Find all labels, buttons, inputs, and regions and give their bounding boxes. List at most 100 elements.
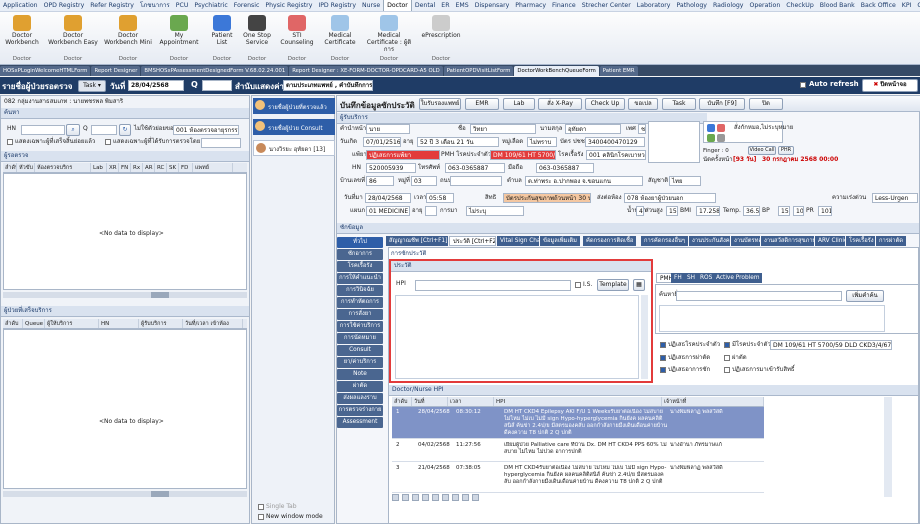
document-tab[interactable]: BMSHOSxPAssessmentDesignedForm V.68.02.2… [141, 65, 289, 76]
document-tab[interactable]: PatientOPDVisitListForm [443, 65, 514, 76]
interview-tab[interactable]: คัดกรองการติดเชื้อ [583, 236, 637, 246]
mobile-field[interactable]: 063-0365887 [536, 163, 594, 173]
template-button[interactable]: Template [597, 279, 629, 291]
waiting-column-header[interactable]: ห้องตรวจบริกร [35, 163, 91, 172]
done-scrollbar[interactable] [3, 491, 247, 497]
pager-button[interactable] [392, 494, 399, 501]
waiting-column-header[interactable]: XR [107, 163, 119, 172]
toolbar-button-6[interactable]: ขอเปล [628, 98, 658, 110]
menu-item-gis[interactable]: GIS [914, 0, 920, 11]
document-tab[interactable]: HOSxPLoginWelcomeHTMLForm [0, 65, 91, 76]
waiting-column-header[interactable]: RC [155, 163, 167, 172]
interview-tab[interactable]: สัญญาณชีพ [Ctrl+F1] [386, 236, 448, 246]
pmh-tab[interactable]: FH [671, 273, 685, 283]
side-menu-item[interactable]: Assessment [337, 417, 383, 428]
right-field[interactable]: บัตรประกันสุขภาพถ้วนหน้า 30 บาท [503, 193, 591, 203]
pager-button[interactable] [452, 494, 459, 501]
video-call-button[interactable]: Video Call [748, 146, 776, 155]
serious-field[interactable]: Less-Urgen [872, 193, 918, 203]
menu-item-finance[interactable]: Finance [549, 0, 579, 11]
hpi-grid-column[interactable]: เจ้าหน้าที่ [662, 397, 764, 406]
interview-tab[interactable]: ข้อมูลเพิ่มเติม [540, 236, 581, 246]
patient-list-item[interactable]: นางวิรยะ อุทัยดา [13] [253, 140, 335, 156]
blank-field[interactable] [425, 206, 437, 216]
time-field[interactable]: 05:58 [426, 193, 454, 203]
waiting-column-header[interactable]: AR [143, 163, 155, 172]
hpi-grid-column[interactable]: HPI [494, 397, 662, 406]
table-row[interactable]: 2 04/02/2568 11:27:56 เยียมผู้ป่วย Palliati… [392, 440, 764, 462]
waiting-column-header[interactable]: FN [119, 163, 131, 172]
menu-item-physic-registry[interactable]: Physic Registry [262, 0, 315, 11]
waiting-column-header[interactable]: FD [179, 163, 193, 172]
pager-button[interactable] [472, 494, 479, 501]
hpi-grid-column[interactable]: ลำดับ [392, 397, 412, 406]
toolbar-button-5[interactable]: Check Up [585, 98, 625, 110]
search-button[interactable]: ⌕ [66, 124, 80, 136]
fingerprint-icon[interactable] [707, 134, 715, 142]
side-menu-item[interactable]: Note [337, 369, 383, 380]
hpi-textarea[interactable] [395, 295, 639, 379]
document-tab[interactable]: Report Designer : XE-FORM-DOCTOR-OPDCARD… [289, 65, 443, 76]
menu-item-dental[interactable]: Dental [412, 0, 438, 11]
pmh-field[interactable]: DM 109/61 HT 5700/59 DLD CKD [490, 150, 556, 160]
toolbar-button-2[interactable]: EMR [465, 98, 499, 110]
opt2-doctor-select[interactable] [201, 138, 241, 148]
side-menu-item[interactable]: โรคเรื้อรัง [337, 261, 383, 272]
done-column-header[interactable]: HN [99, 319, 139, 328]
lookup-result-list[interactable] [659, 305, 885, 332]
side-menu-item[interactable]: การนัดหมาย [337, 333, 383, 344]
menu-item-ems[interactable]: EMS [453, 0, 472, 11]
menu-item-ipd-registry[interactable]: IPD Registry [315, 0, 359, 11]
menu-item-laboratory[interactable]: Laboratory [634, 0, 674, 11]
menu-item-pcu[interactable]: PCU [173, 0, 192, 11]
ribbon-button-6[interactable]: One Stop Service Doctor [240, 14, 274, 63]
menu-item-blood-bank[interactable]: Blood Bank [817, 0, 858, 11]
pager-button[interactable] [432, 494, 439, 501]
photo-icon[interactable] [717, 134, 725, 142]
side-menu-item[interactable]: ผ่าตัด [337, 381, 383, 392]
toolbar-button-3[interactable]: Lab [503, 98, 535, 110]
waiting-column-header[interactable]: Rx [131, 163, 143, 172]
age-field[interactable]: 52 ปี 3 เดือน 21 วัน [417, 137, 499, 147]
pager-button[interactable] [442, 494, 449, 501]
document-tab[interactable]: DoctorWorkBenchQueueForm [514, 65, 599, 76]
ribbon-button-4[interactable]: My Appointment Doctor [156, 14, 202, 63]
hpi-input[interactable] [415, 280, 571, 291]
ribbon-button-2[interactable]: Doctor Workbench Easy Doctor [46, 14, 100, 63]
consult-patients-item[interactable]: รายชื่อผู้ป่วย Consult [253, 119, 335, 135]
waiting-scrollbar[interactable] [3, 292, 247, 298]
temp-field[interactable]: 36.5 [743, 206, 760, 216]
side-menu-item[interactable]: ทั่วไป [337, 237, 383, 248]
scroll-thumb[interactable] [151, 491, 169, 497]
marriage-field[interactable]: ไม่ระบุ [466, 206, 524, 216]
interview-tab[interactable]: การคัดกรองอื่นๆ [641, 236, 688, 246]
is-checkbox[interactable] [575, 282, 581, 288]
interview-tab[interactable]: โรคเรื้อรัง [846, 236, 875, 246]
side-menu-item[interactable]: ยา/ค่าบริการ [337, 357, 383, 368]
interview-tab[interactable]: การผ่าตัด [876, 236, 907, 246]
side-menu-item[interactable]: การให้คำแนะนำ [337, 273, 383, 284]
fname-field[interactable]: วิทยา [470, 124, 536, 134]
pmh-tab[interactable]: SH [684, 273, 699, 283]
pager-button[interactable] [462, 494, 469, 501]
blank-field[interactable] [450, 176, 502, 186]
hpi-grid-column[interactable]: วันที่ [412, 397, 448, 406]
pager-button[interactable] [422, 494, 429, 501]
pmh-tab[interactable]: Active Problem [713, 273, 763, 283]
done-column-header[interactable]: วันที่/เวลา เข้าห้อง [183, 319, 243, 328]
pager-button[interactable] [412, 494, 419, 501]
done-grid[interactable]: <No data to display> [3, 329, 247, 489]
menu-item-kpi[interactable]: KPI [899, 0, 915, 11]
menu-item-psychiatric[interactable]: Psychiatric [191, 0, 230, 11]
interview-tab[interactable]: Vital Sign Chart [497, 236, 539, 246]
prefix-field[interactable]: นาย [366, 124, 410, 134]
visit-date-field[interactable]: 28/04/2568 [365, 193, 411, 203]
table-row[interactable]: 1 28/04/2568 08:30:12 DM HT CKD4 Epilepsy A… [392, 407, 764, 439]
pmh-value-field[interactable]: DM 109/61 HT 5700/59 DLD CKD3/4/67 Epi [770, 340, 892, 350]
interview-tab[interactable]: งานสวัสดิการสุขภาพ [761, 236, 814, 246]
ribbon-button-7[interactable]: STI Counseling Doctor [278, 14, 316, 63]
lookup-input[interactable] [676, 291, 842, 301]
nation-field[interactable]: ไทย [669, 176, 701, 186]
side-menu-item[interactable]: ซักอาการ [337, 249, 383, 260]
menu-item-back-office[interactable]: Back Office [858, 0, 899, 11]
